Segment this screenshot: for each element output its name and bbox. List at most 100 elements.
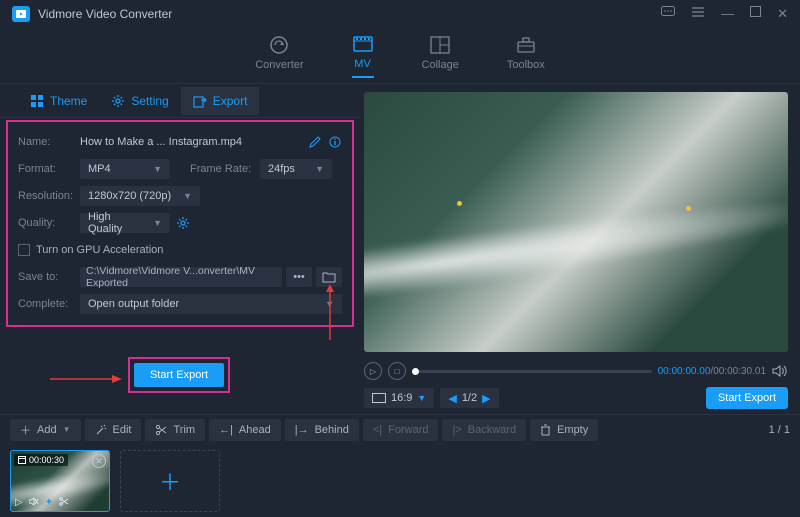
ahead-button[interactable]: ←|Ahead bbox=[209, 419, 281, 441]
nav-label: Collage bbox=[422, 59, 459, 71]
preview-video[interactable] bbox=[364, 92, 788, 352]
bottom-toolbar: ＋Add▼ Edit Trim ←|Ahead |→Behind <|Forwa… bbox=[0, 414, 800, 444]
select-value: Open output folder bbox=[88, 298, 179, 310]
mv-icon bbox=[352, 34, 374, 54]
resolution-select[interactable]: 1280x720 (720p)▼ bbox=[80, 186, 200, 206]
add-clip-button[interactable]: ＋ bbox=[120, 450, 220, 512]
export-icon bbox=[193, 94, 207, 108]
backward-button[interactable]: |>Backward bbox=[442, 419, 526, 441]
saveto-path[interactable]: C:\Vidmore\Vidmore V...onverter\MV Expor… bbox=[80, 267, 282, 287]
name-value: How to Make a ... Instagram.mp4 bbox=[80, 136, 302, 148]
gear-icon[interactable] bbox=[176, 216, 190, 230]
thumbnail-strip: 00:00:30 ✕ ▷ ✦ ＋ bbox=[0, 444, 800, 516]
page-value: 1/2 bbox=[462, 392, 477, 404]
start-export-button[interactable]: Start Export bbox=[134, 363, 224, 387]
volume-icon[interactable] bbox=[772, 364, 788, 378]
trash-icon bbox=[540, 424, 551, 436]
nav-collage[interactable]: Collage bbox=[422, 35, 459, 77]
nav-label: MV bbox=[354, 58, 371, 70]
edit-icon[interactable] bbox=[308, 135, 322, 149]
nav-converter[interactable]: Converter bbox=[255, 35, 303, 77]
annotation-arrow-right bbox=[50, 373, 122, 385]
complete-select[interactable]: Open output folder▼ bbox=[80, 294, 342, 314]
preview-subcontrols: 16:9 ▼ ◀ 1/2 ▶ Start Export bbox=[364, 384, 788, 412]
subtab-label: Setting bbox=[131, 94, 168, 108]
mute-thumb-icon[interactable] bbox=[29, 497, 39, 508]
stop-button[interactable]: □ bbox=[388, 362, 406, 380]
nav-toolbox[interactable]: Toolbox bbox=[507, 35, 545, 77]
edit-button[interactable]: Edit bbox=[85, 419, 142, 441]
trim-button[interactable]: Trim bbox=[145, 419, 205, 441]
empty-button[interactable]: Empty bbox=[530, 419, 598, 441]
aspect-icon bbox=[372, 393, 386, 403]
timeline-slider[interactable] bbox=[412, 370, 652, 373]
saveto-label: Save to: bbox=[18, 271, 80, 283]
preview-panel: ▷ □ 00:00:00.00/00:00:30.01 16:9 ▼ ◀ 1/2… bbox=[360, 84, 800, 414]
select-value: 1280x720 (720p) bbox=[88, 190, 171, 202]
nav-label: Toolbox bbox=[507, 59, 545, 71]
format-select[interactable]: MP4 ▼ bbox=[80, 159, 170, 179]
menu-icon[interactable] bbox=[691, 6, 705, 22]
wand-icon bbox=[95, 424, 107, 436]
quality-select[interactable]: High Quality▼ bbox=[80, 213, 170, 233]
chevron-down-icon: ▼ bbox=[63, 425, 71, 434]
framerate-select[interactable]: 24fps ▼ bbox=[260, 159, 332, 179]
gpu-checkbox[interactable] bbox=[18, 244, 30, 256]
export-panel: Name: How to Make a ... Instagram.mp4 Fo… bbox=[6, 120, 354, 327]
plus-icon: ＋ bbox=[20, 422, 31, 438]
behind-icon: |→ bbox=[295, 424, 309, 436]
app-title: Vidmore Video Converter bbox=[38, 7, 661, 21]
trim-thumb-icon[interactable] bbox=[59, 497, 69, 508]
behind-button[interactable]: |→Behind bbox=[285, 419, 359, 441]
title-bar: Vidmore Video Converter — ✕ bbox=[0, 0, 800, 28]
feedback-icon[interactable] bbox=[661, 6, 675, 22]
prev-icon: ◀ bbox=[448, 392, 456, 405]
left-panel: Theme Setting Export Name: How to Make a… bbox=[0, 84, 360, 414]
nav-mv[interactable]: MV bbox=[352, 34, 374, 78]
add-button[interactable]: ＋Add▼ bbox=[10, 419, 81, 441]
name-label: Name: bbox=[18, 136, 80, 148]
gpu-label: Turn on GPU Acceleration bbox=[36, 244, 163, 256]
toolbox-icon bbox=[515, 35, 537, 55]
play-button[interactable]: ▷ bbox=[364, 362, 382, 380]
maximize-button[interactable] bbox=[750, 6, 761, 22]
browse-button[interactable]: ••• bbox=[286, 267, 312, 287]
preview-start-export-button[interactable]: Start Export bbox=[706, 387, 788, 409]
info-icon[interactable] bbox=[328, 135, 342, 149]
minimize-button[interactable]: — bbox=[721, 6, 734, 22]
select-value: 24fps bbox=[268, 163, 295, 175]
close-button[interactable]: ✕ bbox=[777, 6, 788, 22]
clip-duration: 00:00:30 bbox=[14, 454, 68, 466]
forward-button[interactable]: <|Forward bbox=[363, 419, 439, 441]
aspect-value: 16:9 bbox=[391, 392, 412, 404]
edit-thumb-icon[interactable]: ✦ bbox=[45, 497, 53, 508]
ahead-icon: ←| bbox=[219, 424, 233, 436]
subtab-label: Export bbox=[213, 94, 248, 108]
subtab-setting[interactable]: Setting bbox=[99, 87, 180, 115]
clip-thumbnail[interactable]: 00:00:30 ✕ ▷ ✦ bbox=[10, 450, 110, 512]
subtab-theme[interactable]: Theme bbox=[18, 87, 99, 115]
aspect-select[interactable]: 16:9 ▼ bbox=[364, 388, 434, 408]
collage-icon bbox=[429, 35, 451, 55]
framerate-label: Frame Rate: bbox=[190, 163, 260, 175]
gear-icon bbox=[111, 94, 125, 108]
forward-icon: <| bbox=[373, 424, 382, 436]
chevron-down-icon: ▼ bbox=[315, 164, 324, 174]
start-export-highlight: Start Export bbox=[128, 357, 230, 393]
app-logo bbox=[12, 6, 30, 22]
complete-label: Complete: bbox=[18, 298, 80, 310]
page-nav[interactable]: ◀ 1/2 ▶ bbox=[440, 388, 498, 408]
select-value: High Quality bbox=[88, 211, 145, 235]
select-value: MP4 bbox=[88, 163, 111, 175]
nav-label: Converter bbox=[255, 59, 303, 71]
page-count: 1 / 1 bbox=[769, 424, 790, 436]
play-thumb-icon[interactable]: ▷ bbox=[15, 497, 23, 508]
top-nav: Converter MV Collage Toolbox bbox=[0, 28, 800, 84]
remove-clip-button[interactable]: ✕ bbox=[92, 454, 106, 468]
subtab-export[interactable]: Export bbox=[181, 87, 260, 115]
resolution-label: Resolution: bbox=[18, 190, 80, 202]
subtab-label: Theme bbox=[50, 94, 87, 108]
backward-icon: |> bbox=[452, 424, 461, 436]
format-label: Format: bbox=[18, 163, 80, 175]
chevron-down-icon: ▼ bbox=[153, 164, 162, 174]
